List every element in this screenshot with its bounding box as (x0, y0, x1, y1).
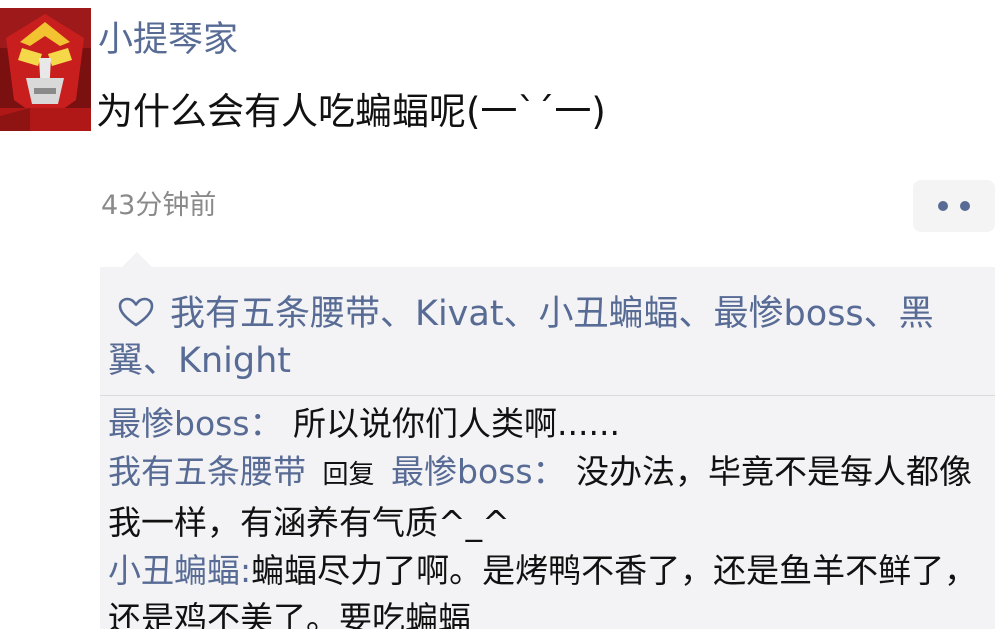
comment-separator: : (240, 551, 252, 590)
comment-author[interactable]: 小丑蝙蝠 (108, 551, 240, 590)
comment-separator: ： (249, 404, 283, 443)
panel-arrow (122, 252, 152, 267)
more-button[interactable] (913, 180, 995, 232)
more-dots-icon (938, 201, 970, 211)
avatar[interactable] (0, 8, 91, 131)
interaction-panel: 我有五条腰带、Kivat、小丑蝙蝠、最惨boss、黑翼、Knight 最惨bos… (100, 267, 995, 629)
comment-author[interactable]: 我有五条腰带 (108, 452, 306, 491)
moments-post: 小提琴家 为什么会有人吃蝙蝠呢(一`´一) 43分钟前 我有五条腰带、Kivat… (0, 0, 1006, 629)
reply-label: 回复 (322, 460, 375, 490)
avatar-image (0, 8, 91, 131)
likes-list: 我有五条腰带、Kivat、小丑蝙蝠、最惨boss、黑翼、Knight (108, 291, 988, 385)
likes-names[interactable]: 我有五条腰带、Kivat、小丑蝙蝠、最惨boss、黑翼、Knight (108, 294, 934, 381)
divider (100, 395, 995, 396)
comment-item[interactable]: 小丑蝙蝠:蝙蝠尽力了啊。是烤鸭不香了，还是鱼羊不鲜了，还是鸡不美了。要吃蝙蝠 (108, 547, 998, 629)
comment-author[interactable]: 最惨boss (108, 404, 250, 443)
comment-item[interactable]: 最惨boss： 所以说你们人类啊...... (108, 400, 998, 448)
reply-target[interactable]: 最惨boss (391, 452, 533, 491)
post-username[interactable]: 小提琴家 (98, 14, 238, 66)
comments-list: 最惨boss： 所以说你们人类啊...... 我有五条腰带 回复 最惨boss：… (108, 400, 998, 629)
comment-separator: ： (532, 452, 566, 491)
post-timestamp: 43分钟前 (101, 190, 217, 221)
post-content: 为什么会有人吃蝙蝠呢(一`´一) (96, 90, 606, 133)
heart-outline-icon (118, 297, 154, 327)
comment-text: 所以说你们人类啊...... (293, 404, 620, 443)
comment-item[interactable]: 我有五条腰带 回复 最惨boss： 没办法，毕竟不是每人都像我一样，有涵养有气质… (108, 448, 998, 547)
